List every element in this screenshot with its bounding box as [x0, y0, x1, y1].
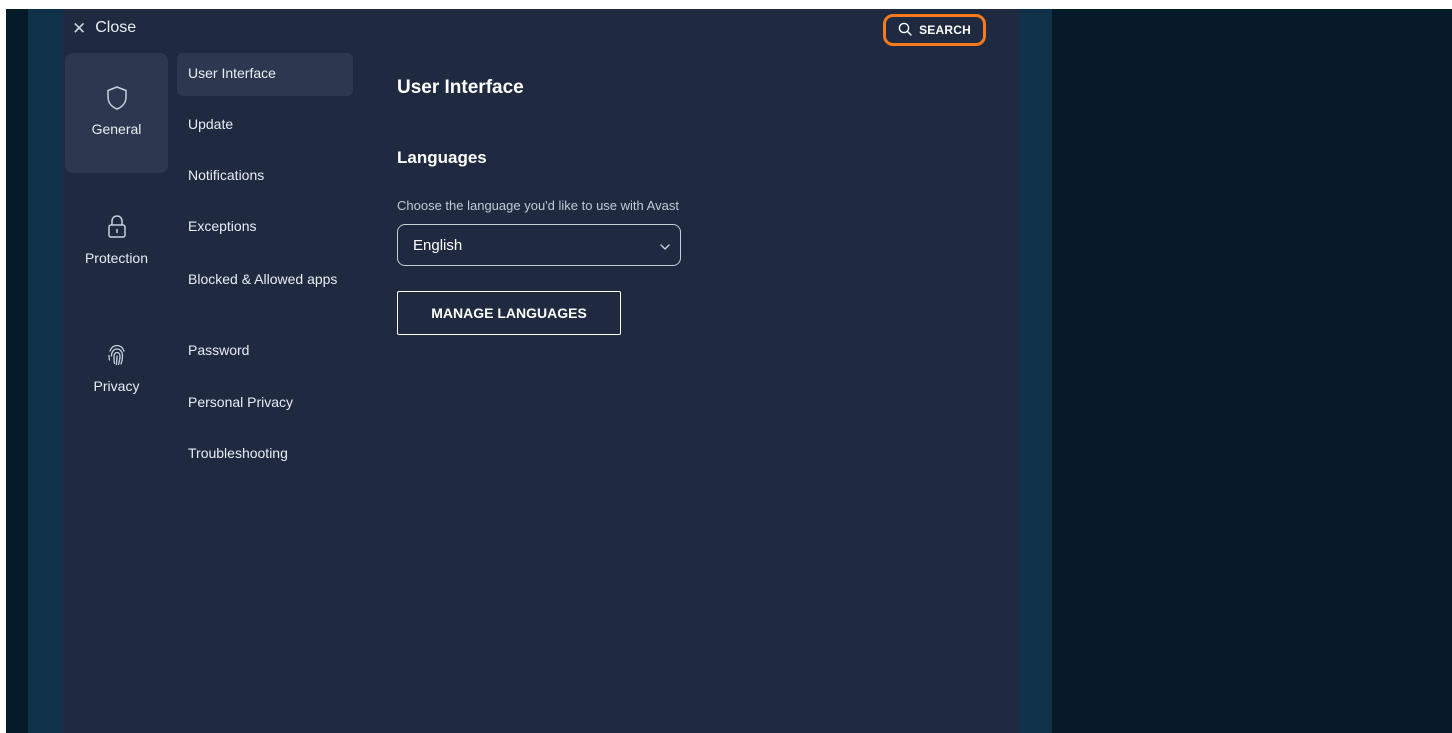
subnav-item-blocked-allowed-apps[interactable]: Blocked & Allowed apps: [177, 269, 353, 290]
search-icon: [898, 22, 912, 39]
manage-languages-button[interactable]: MANAGE LANGUAGES: [397, 291, 621, 335]
shield-icon: [106, 85, 128, 113]
chevron-down-icon: [660, 237, 670, 254]
page-title: User Interface: [397, 77, 524, 98]
subnav-item-label: Notifications: [188, 167, 265, 183]
settings-panel: ✕ Close SEARCH General Protection Privac…: [63, 9, 1019, 733]
subnav-item-password[interactable]: Password: [177, 340, 353, 361]
language-select[interactable]: English: [397, 224, 681, 266]
subnav-item-label: Update: [188, 116, 234, 132]
close-button[interactable]: ✕ Close: [72, 16, 136, 40]
close-icon: ✕: [72, 18, 87, 38]
subnav-item-troubleshooting[interactable]: Troubleshooting: [177, 443, 353, 464]
subnav-item-user-interface[interactable]: User Interface: [177, 53, 353, 96]
category-label: Protection: [84, 250, 149, 266]
subnav-item-label: Exceptions: [188, 218, 257, 234]
subnav-item-label: Blocked & Allowed apps: [188, 271, 338, 287]
subnav-item-label: Personal Privacy: [188, 394, 294, 410]
category-privacy[interactable]: Privacy: [65, 310, 168, 430]
close-label: Close: [95, 19, 137, 36]
category-label: General: [91, 121, 142, 137]
search-label: SEARCH: [919, 23, 971, 37]
fingerprint-icon: [106, 342, 128, 370]
subnav-item-notifications[interactable]: Notifications: [177, 165, 353, 186]
category-label: Privacy: [93, 378, 140, 394]
search-button[interactable]: SEARCH: [883, 14, 986, 46]
lock-icon: [107, 214, 127, 242]
subnav-item-exceptions[interactable]: Exceptions: [177, 216, 353, 237]
subnav-item-label: Password: [188, 342, 250, 358]
category-protection[interactable]: Protection: [65, 182, 168, 302]
language-selected-value: English: [413, 236, 463, 254]
subnav-item-label: User Interface: [188, 65, 276, 81]
language-description: Choose the language you'd like to use wi…: [397, 198, 679, 213]
subnav-item-update[interactable]: Update: [177, 114, 353, 135]
category-general[interactable]: General: [65, 53, 168, 173]
subnav-item-label: Troubleshooting: [188, 445, 288, 461]
section-title: Languages: [397, 148, 487, 167]
subnav-item-personal-privacy[interactable]: Personal Privacy: [177, 392, 353, 413]
screen: ✕ Close SEARCH General Protection Privac…: [6, 9, 1452, 733]
